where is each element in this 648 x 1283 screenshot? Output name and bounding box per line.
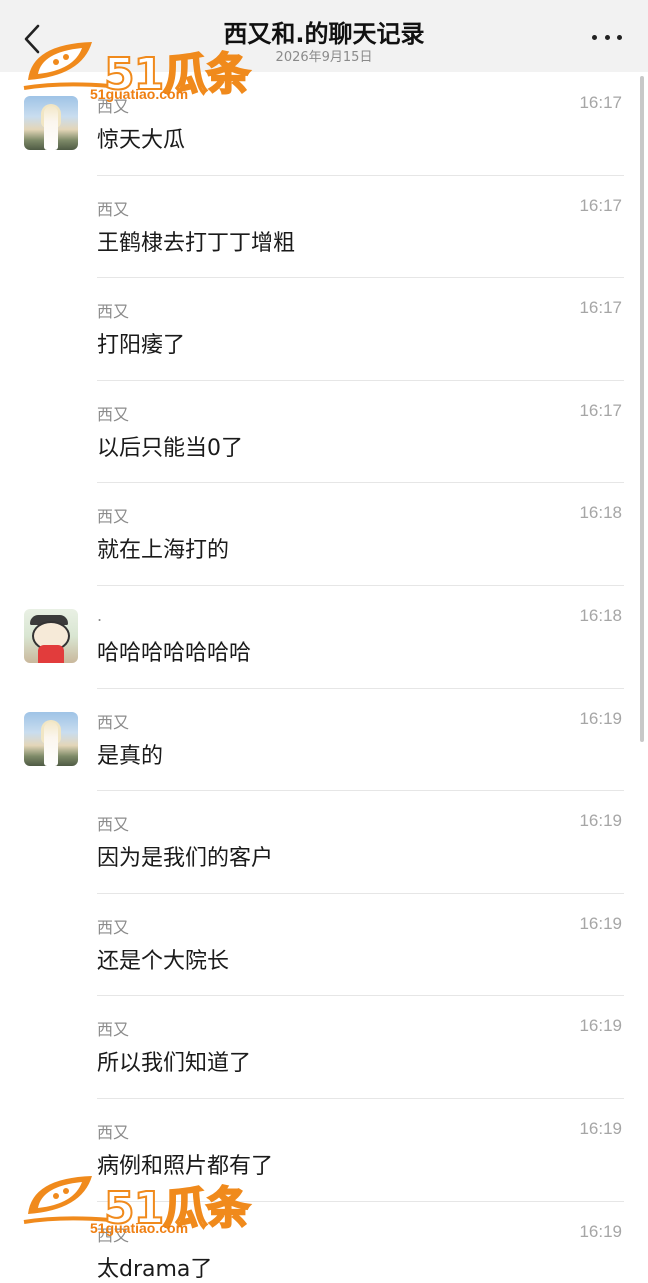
- message-text[interactable]: 是真的: [97, 738, 163, 770]
- ellipsis-icon: [592, 34, 597, 40]
- message-sender: .: [97, 606, 103, 625]
- message-time: 16:17: [579, 400, 622, 420]
- message-divider: [97, 995, 624, 997]
- message-divider: [97, 277, 624, 279]
- message-sender: 西又: [97, 917, 130, 937]
- message-divider: [97, 379, 624, 381]
- message-time: 16:19: [579, 1119, 622, 1138]
- watermark-url: 51guatiao.com: [90, 86, 189, 102]
- avatar[interactable]: [24, 711, 78, 766]
- message-text[interactable]: 惊天大瓜: [97, 122, 185, 154]
- message-divider: [97, 687, 624, 689]
- message-text[interactable]: 太drama了: [97, 1251, 212, 1283]
- watermark-logo: 51瓜条 51guatiao.com: [22, 1170, 252, 1250]
- message-time: 16:19: [579, 811, 622, 831]
- message-sender: 西又: [97, 1020, 130, 1040]
- message-text[interactable]: 还是个大院长: [97, 943, 229, 975]
- message-divider: [97, 1098, 624, 1099]
- message-sender: 西又: [97, 404, 130, 424]
- message-time: 16:17: [579, 298, 622, 318]
- message-time: 16:19: [579, 1221, 622, 1241]
- watermark-url: 51guatiao.com: [90, 1220, 189, 1236]
- message-text[interactable]: 就在上海打的: [97, 532, 229, 564]
- message-divider: [97, 892, 624, 894]
- message-sender: 西又: [97, 712, 130, 732]
- message-text[interactable]: 因为是我们的客户: [97, 840, 273, 872]
- message-divider: [97, 482, 624, 484]
- message-sender: 西又: [97, 507, 130, 527]
- message-divider: [97, 790, 624, 792]
- message-text[interactable]: 打阳痿了: [97, 327, 185, 359]
- more-button[interactable]: [592, 31, 622, 43]
- message-text[interactable]: 以后只能当0了: [97, 430, 243, 462]
- message-time: 16:19: [579, 708, 622, 728]
- message-time: 16:18: [579, 606, 622, 625]
- message-sender: 西又: [97, 199, 130, 219]
- message-divider: [97, 174, 624, 176]
- avatar[interactable]: [24, 609, 78, 663]
- watermark-logo: 51瓜条 51guatiao.com: [22, 36, 252, 116]
- message-sender: 西又: [97, 815, 130, 835]
- message-time: 16:17: [579, 195, 622, 215]
- message-time: 16:19: [579, 1016, 622, 1036]
- message-text[interactable]: 王鹤棣去打丁丁增粗: [97, 225, 295, 257]
- message-sender: 西又: [97, 302, 130, 322]
- message-time: 16:19: [579, 913, 622, 933]
- scrollbar[interactable]: [640, 76, 644, 742]
- message-sender: 西又: [97, 1123, 130, 1142]
- message-text[interactable]: 所以我们知道了: [97, 1045, 251, 1077]
- message-time: 16:17: [579, 93, 622, 112]
- message-text[interactable]: 哈哈哈哈哈哈哈: [97, 635, 251, 667]
- message-time: 16:18: [579, 503, 622, 523]
- message-divider: [97, 585, 624, 586]
